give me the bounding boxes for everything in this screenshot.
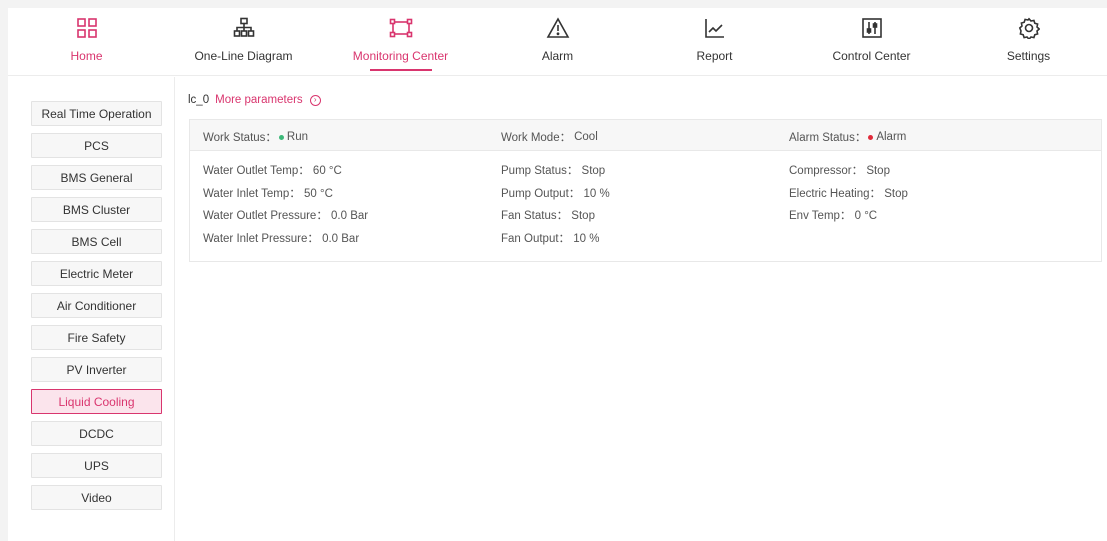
param-fan-status: Fan Status： Stop — [501, 210, 595, 222]
param-water-inlet-pressure: Water Inlet Pressure： 0.0 Bar — [203, 232, 360, 245]
sidebar-item-real-time-operation[interactable]: Real Time Operation — [31, 101, 162, 126]
monitoring-frame-icon — [389, 16, 413, 40]
sidebar-item-bms-cluster[interactable]: BMS Cluster — [31, 197, 162, 222]
work-status-value: Run — [286, 131, 309, 143]
sidebar-item-video[interactable]: Video — [31, 485, 162, 510]
param-water-outlet-temp: Water Outlet Temp： 60 °C — [203, 165, 342, 177]
more-parameters-label: More parameters — [215, 94, 303, 106]
param-water-inlet-temp: Water Inlet Temp： 50 °C — [203, 187, 333, 200]
home-grid-icon — [75, 16, 99, 40]
params-column-pump-fan: Pump Status： Stop Pump Output： 10 % Fan … — [501, 162, 610, 252]
main-content: lc_0 More parameters › Work Status： Run … — [175, 77, 1107, 541]
nav-label: One-Line Diagram — [194, 49, 293, 63]
nav-one-line-diagram[interactable]: One-Line Diagram — [165, 8, 322, 76]
sidebar-item-pv-inverter[interactable]: PV Inverter — [31, 357, 162, 382]
nav-home[interactable]: Home — [8, 8, 165, 76]
param-pump-status: Pump Status： Stop — [501, 165, 606, 177]
nav-label: Monitoring Center — [352, 49, 449, 63]
sidebar-item-bms-cell[interactable]: BMS Cell — [31, 229, 162, 254]
line-chart-icon — [703, 16, 727, 40]
run-status-dot — [278, 134, 284, 140]
sidebar-item-electric-meter[interactable]: Electric Meter — [31, 261, 162, 286]
alarm-status-value: Alarm — [876, 131, 907, 143]
device-id: lc_0 — [188, 94, 210, 106]
sidebar-item-dcdc[interactable]: DCDC — [31, 421, 162, 446]
params-column-compressor: Compressor： Stop Electric Heating： Stop … — [789, 162, 908, 230]
sidebar-item-liquid-cooling[interactable]: Liquid Cooling — [31, 389, 162, 414]
liquid-cooling-status-card: Work Status： Run Work Mode： Cool Alarm S… — [189, 119, 1102, 262]
work-mode-value: Cool — [574, 131, 598, 143]
sidebar-item-ups[interactable]: UPS — [31, 453, 162, 478]
param-fan-output: Fan Output： 10 % — [501, 232, 600, 245]
warning-triangle-icon — [546, 16, 570, 40]
nav-report[interactable]: Report — [636, 8, 793, 76]
params-column-water: Water Outlet Temp： 60 °C Water Inlet Tem… — [203, 162, 368, 252]
nav-settings[interactable]: Settings — [950, 8, 1107, 76]
more-parameters-link[interactable]: More parameters › — [215, 94, 321, 106]
param-compressor: Compressor： Stop — [789, 165, 890, 177]
top-navigation: Home One-Line Diagram Monitoring Center — [8, 8, 1107, 76]
alarm-status-label: Alarm Status： — [789, 132, 867, 144]
alarm-status: Alarm Status： Alarm — [789, 129, 906, 145]
sidebar: Real Time Operation PCS BMS General BMS … — [8, 77, 175, 541]
nav-label: Report — [696, 49, 733, 63]
param-water-outlet-pressure: Water Outlet Pressure： 0.0 Bar — [203, 210, 369, 222]
sliders-icon — [860, 16, 884, 40]
status-header: Work Status： Run Work Mode： Cool Alarm S… — [190, 120, 1101, 151]
alarm-status-dot — [868, 134, 874, 140]
work-mode: Work Mode： Cool — [501, 129, 598, 145]
sidebar-item-fire-safety[interactable]: Fire Safety — [31, 325, 162, 350]
nav-label: Alarm — [541, 49, 574, 63]
device-header: lc_0 More parameters › — [188, 94, 321, 106]
param-pump-output: Pump Output： 10 % — [501, 187, 610, 200]
work-mode-label: Work Mode： — [501, 132, 572, 144]
one-line-diagram-icon — [232, 16, 256, 40]
nav-label: Control Center — [832, 49, 911, 63]
nav-label: Home — [70, 49, 103, 63]
sidebar-item-air-conditioner[interactable]: Air Conditioner — [31, 293, 162, 318]
chevron-right-circle-icon: › — [309, 94, 321, 106]
nav-label: Settings — [1006, 49, 1051, 63]
work-status-label: Work Status： — [203, 132, 277, 144]
app-window: Home One-Line Diagram Monitoring Center — [8, 8, 1107, 541]
work-status: Work Status： Run — [203, 129, 308, 145]
gear-icon — [1017, 16, 1041, 40]
nav-control-center[interactable]: Control Center — [793, 8, 950, 76]
sidebar-item-pcs[interactable]: PCS — [31, 133, 162, 158]
nav-alarm[interactable]: Alarm — [479, 8, 636, 76]
param-env-temp: Env Temp： 0 °C — [789, 210, 878, 222]
nav-monitoring-center[interactable]: Monitoring Center — [322, 8, 479, 76]
sidebar-item-bms-general[interactable]: BMS General — [31, 165, 162, 190]
param-electric-heating: Electric Heating： Stop — [789, 187, 908, 200]
